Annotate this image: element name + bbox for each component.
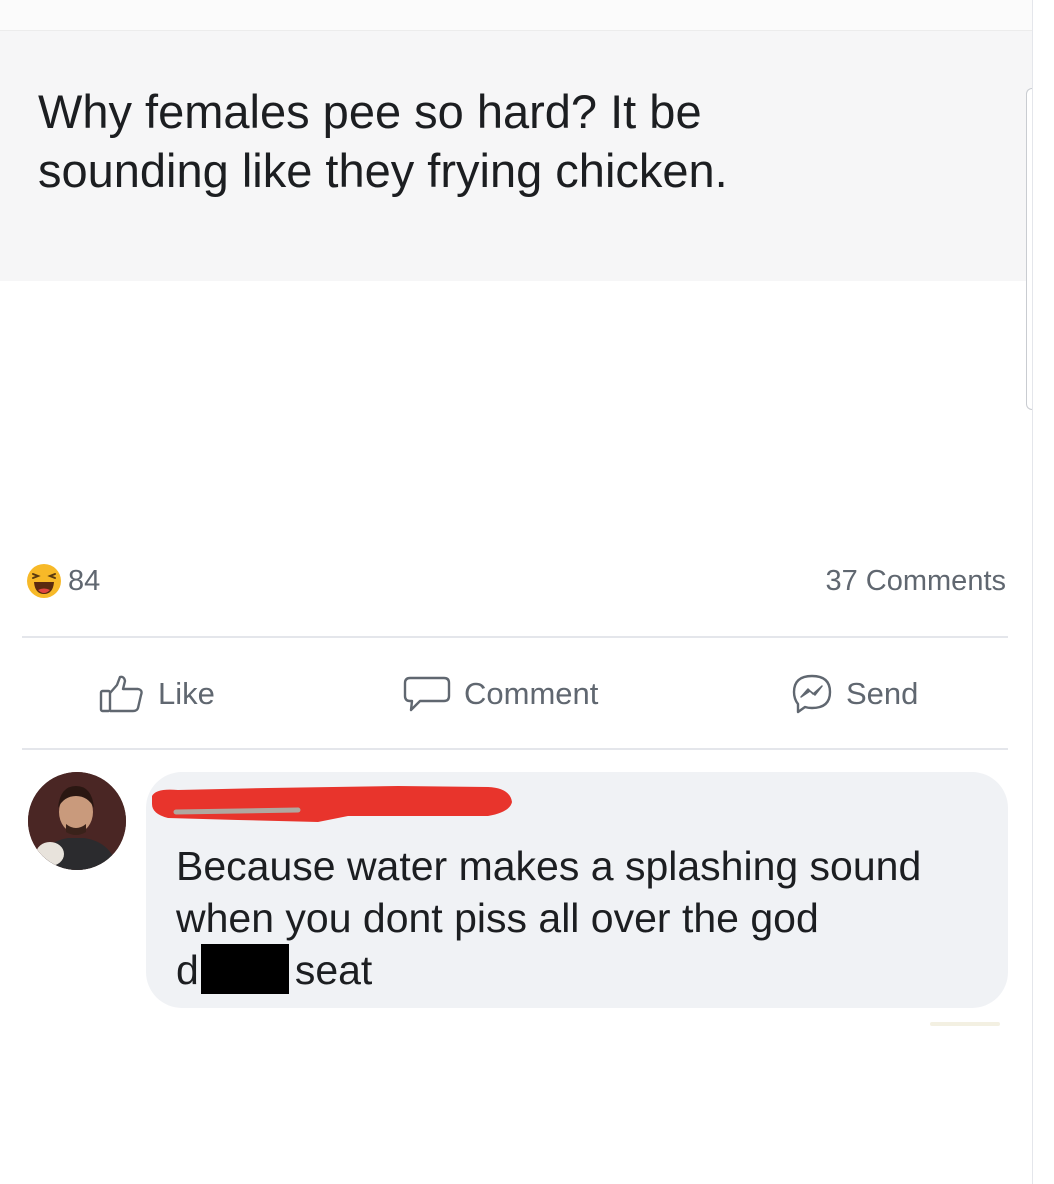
faint-artifact [930,1022,1000,1026]
top-strip [0,0,1032,31]
like-label: Like [158,676,215,711]
comment-label: Comment [464,676,599,711]
scrollbar[interactable] [1026,88,1032,410]
comment-line-2: when you dont piss all over the god [176,895,819,941]
send-label: Send [846,676,919,711]
like-button[interactable]: Like [98,650,215,738]
post-text-line-2: sounding like they frying chicken. [38,144,728,197]
comment-line-1: Because water makes a splashing sound [176,843,922,889]
reaction-count: 84 [68,564,101,597]
comments-count-link[interactable]: 37 Comments [825,562,1006,600]
haha-emoji-icon [26,563,62,599]
author-name-redaction [148,782,514,828]
divider-top [22,636,1008,638]
commenter-avatar[interactable] [28,772,126,870]
comment-text: Because water makes a splashing sound whe… [176,840,996,996]
divider-bottom [22,748,1008,750]
post-text-line-1: Why females pee so hard? It be [38,85,702,138]
speech-bubble-icon [402,674,452,714]
post-action-bar: Like Comment Send [22,650,1008,738]
censor-box [200,944,289,994]
reactions-summary[interactable]: 84 [26,562,100,600]
facebook-post-page: Why females pee so hard? It be sounding l… [0,0,1033,1184]
messenger-icon [790,673,834,715]
comment-line-3-suffix: seat [294,947,373,993]
thumbs-up-icon [98,674,146,714]
comment-line-3-prefix: d [176,947,199,993]
post-text: Why females pee so hard? It be sounding l… [38,82,998,200]
comment-button[interactable]: Comment [402,650,598,738]
send-button[interactable]: Send [790,650,918,738]
